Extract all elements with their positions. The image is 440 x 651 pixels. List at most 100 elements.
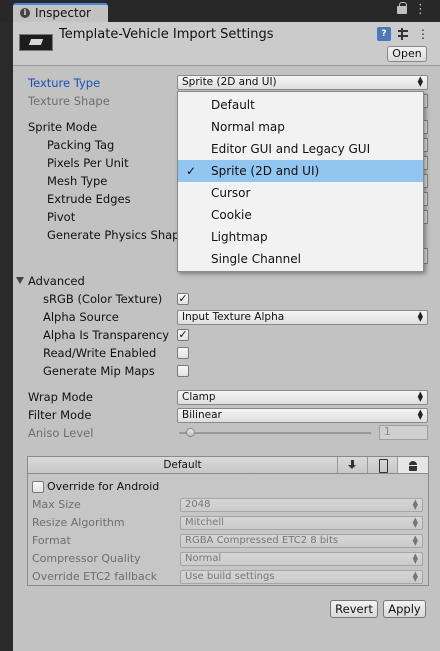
alpha-is-transparency-label: Alpha Is Transparency bbox=[43, 328, 170, 342]
format-row: Format RGBA Compressed ETC2 8 bits ▲ ▼ bbox=[28, 532, 428, 550]
dropdown-arrows-icon: ▲ ▼ bbox=[417, 390, 423, 403]
mesh-type-label: Mesh Type bbox=[47, 174, 108, 188]
packing-tag-label: Packing Tag bbox=[47, 138, 115, 152]
srgb-checkbox[interactable]: ✓ bbox=[177, 293, 189, 305]
advanced-foldout[interactable]: Advanced bbox=[13, 272, 440, 290]
tab-label: Inspector bbox=[35, 6, 91, 20]
etc2-fallback-row: Override ETC2 fallback Use build setting… bbox=[28, 568, 428, 586]
pixels-per-unit-label: Pixels Per Unit bbox=[47, 156, 129, 170]
mip-maps-checkbox[interactable] bbox=[177, 365, 189, 377]
menu-icon[interactable]: ⋮ bbox=[414, 3, 427, 17]
platform-settings: Default Override for Android Max Size 20… bbox=[27, 456, 429, 586]
etc2-fallback-label: Override ETC2 fallback bbox=[32, 570, 158, 583]
popup-item-cursor[interactable]: Cursor bbox=[178, 182, 423, 204]
texture-shape-label: Texture Shape bbox=[28, 94, 110, 108]
platform-tabs: Default bbox=[28, 457, 428, 474]
download-icon[interactable] bbox=[338, 457, 368, 473]
format-label: Format bbox=[32, 534, 71, 547]
override-android-label: Override for Android bbox=[47, 480, 160, 493]
max-size-label: Max Size bbox=[32, 498, 81, 511]
filter-mode-row: Filter Mode Bilinear ▲ ▼ bbox=[13, 406, 440, 424]
alpha-is-transparency-row: Alpha Is Transparency ✓ bbox=[13, 326, 440, 344]
popup-item-sprite[interactable]: ✓ Sprite (2D and UI) bbox=[178, 160, 423, 182]
wrap-mode-value: Clamp bbox=[182, 391, 216, 403]
texture-type-value: Sprite (2D and UI) bbox=[182, 76, 277, 88]
tab-inspector[interactable]: i Inspector bbox=[13, 3, 108, 22]
alpha-source-value: Input Texture Alpha bbox=[182, 311, 285, 323]
more-options-icon[interactable]: ⋮ bbox=[416, 27, 430, 41]
lock-icon[interactable] bbox=[397, 2, 407, 14]
wrap-mode-dropdown[interactable]: Clamp ▲ ▼ bbox=[177, 390, 428, 405]
popup-item-single-channel[interactable]: Single Channel bbox=[178, 248, 423, 270]
dropdown-arrows-icon: ▲ ▼ bbox=[412, 570, 418, 583]
alpha-source-label: Alpha Source bbox=[43, 310, 119, 324]
aniso-slider-track[interactable] bbox=[179, 432, 371, 434]
check-icon: ✓ bbox=[186, 164, 197, 178]
pivot-label: Pivot bbox=[47, 210, 76, 224]
generate-physics-shape-label: Generate Physics Shap bbox=[47, 228, 177, 242]
preset-icon[interactable] bbox=[396, 27, 410, 41]
alpha-is-transparency-checkbox[interactable]: ✓ bbox=[177, 329, 189, 341]
aniso-level-row: Aniso Level 1 bbox=[13, 424, 440, 442]
max-size-dropdown[interactable]: 2048 ▲ ▼ bbox=[180, 498, 423, 512]
etc2-fallback-dropdown[interactable]: Use build settings ▲ ▼ bbox=[180, 570, 423, 584]
compressor-quality-dropdown[interactable]: Normal ▲ ▼ bbox=[180, 552, 423, 566]
format-value: RGBA Compressed ETC2 8 bits bbox=[185, 535, 339, 546]
aniso-slider-thumb[interactable] bbox=[186, 428, 195, 437]
mip-maps-label: Generate Mip Maps bbox=[43, 364, 155, 378]
asset-title: Template-Vehicle Import Settings bbox=[59, 27, 274, 42]
compressor-quality-row: Compressor Quality Normal ▲ ▼ bbox=[28, 550, 428, 568]
read-write-label: Read/Write Enabled bbox=[43, 346, 157, 360]
max-size-row: Max Size 2048 ▲ ▼ bbox=[28, 496, 428, 514]
open-button[interactable]: Open bbox=[387, 46, 427, 62]
popup-item-editor-gui[interactable]: Editor GUI and Legacy GUI bbox=[178, 138, 423, 160]
resize-algorithm-row: Resize Algorithm Mitchell ▲ ▼ bbox=[28, 514, 428, 532]
dropdown-arrows-icon: ▲ ▼ bbox=[417, 75, 423, 88]
compressor-quality-label: Compressor Quality bbox=[32, 552, 141, 565]
resize-algorithm-label: Resize Algorithm bbox=[32, 516, 125, 529]
phone-icon[interactable] bbox=[368, 457, 398, 473]
dropdown-arrows-icon: ▲ ▼ bbox=[412, 498, 418, 511]
alpha-source-row: Alpha Source Input Texture Alpha ▲ ▼ bbox=[13, 308, 440, 326]
sprite-mode-label: Sprite Mode bbox=[28, 120, 98, 134]
help-icon[interactable]: ? bbox=[377, 27, 391, 41]
wrap-mode-label: Wrap Mode bbox=[28, 390, 93, 404]
info-icon: i bbox=[20, 8, 30, 18]
dropdown-arrows-icon: ▲ ▼ bbox=[417, 408, 423, 421]
popup-item-lightmap[interactable]: Lightmap bbox=[178, 226, 423, 248]
revert-button[interactable]: Revert bbox=[330, 600, 378, 618]
popup-item-default[interactable]: Default bbox=[178, 94, 423, 116]
popup-item-cookie[interactable]: Cookie bbox=[178, 204, 423, 226]
aniso-level-label: Aniso Level bbox=[28, 426, 94, 440]
generate-physics-shape-row: Generate Physics Shap bbox=[13, 226, 177, 244]
format-dropdown[interactable]: RGBA Compressed ETC2 8 bits ▲ ▼ bbox=[180, 534, 423, 548]
aniso-level-input[interactable]: 1 bbox=[379, 425, 428, 440]
wrap-mode-row: Wrap Mode Clamp ▲ ▼ bbox=[13, 388, 440, 406]
filter-mode-dropdown[interactable]: Bilinear ▲ ▼ bbox=[177, 408, 428, 423]
tab-default[interactable]: Default bbox=[28, 457, 338, 473]
texture-type-popup: Default Normal map Editor GUI and Legacy… bbox=[177, 91, 424, 272]
dropdown-arrows-icon: ▲ ▼ bbox=[417, 310, 423, 323]
texture-type-row: Texture Type Sprite (2D and UI) ▲ ▼ bbox=[13, 74, 440, 92]
android-icon[interactable] bbox=[398, 457, 428, 473]
popup-item-sprite-label: Sprite (2D and UI) bbox=[211, 164, 320, 178]
etc2-fallback-value: Use build settings bbox=[185, 571, 275, 582]
texture-asset-icon bbox=[19, 34, 53, 51]
override-android-row: Override for Android bbox=[28, 478, 428, 496]
texture-type-dropdown[interactable]: Sprite (2D and UI) ▲ ▼ bbox=[177, 75, 428, 90]
mip-maps-row: Generate Mip Maps bbox=[13, 362, 440, 380]
popup-item-normal-map[interactable]: Normal map bbox=[178, 116, 423, 138]
override-android-checkbox[interactable] bbox=[32, 481, 44, 493]
alpha-source-dropdown[interactable]: Input Texture Alpha ▲ ▼ bbox=[177, 310, 428, 325]
read-write-row: Read/Write Enabled bbox=[13, 344, 440, 362]
read-write-checkbox[interactable] bbox=[177, 347, 189, 359]
inspector-header: Template-Vehicle Import Settings ? ⋮ Ope… bbox=[13, 22, 440, 66]
srgb-row: sRGB (Color Texture) ✓ bbox=[13, 290, 440, 308]
advanced-label: Advanced bbox=[28, 274, 85, 288]
foldout-arrow-icon[interactable] bbox=[16, 277, 24, 284]
apply-button[interactable]: Apply bbox=[383, 600, 426, 618]
max-size-value: 2048 bbox=[185, 499, 211, 510]
resize-algorithm-dropdown[interactable]: Mitchell ▲ ▼ bbox=[180, 516, 423, 530]
dropdown-arrows-icon: ▲ ▼ bbox=[412, 516, 418, 529]
extrude-edges-label: Extrude Edges bbox=[47, 192, 131, 206]
